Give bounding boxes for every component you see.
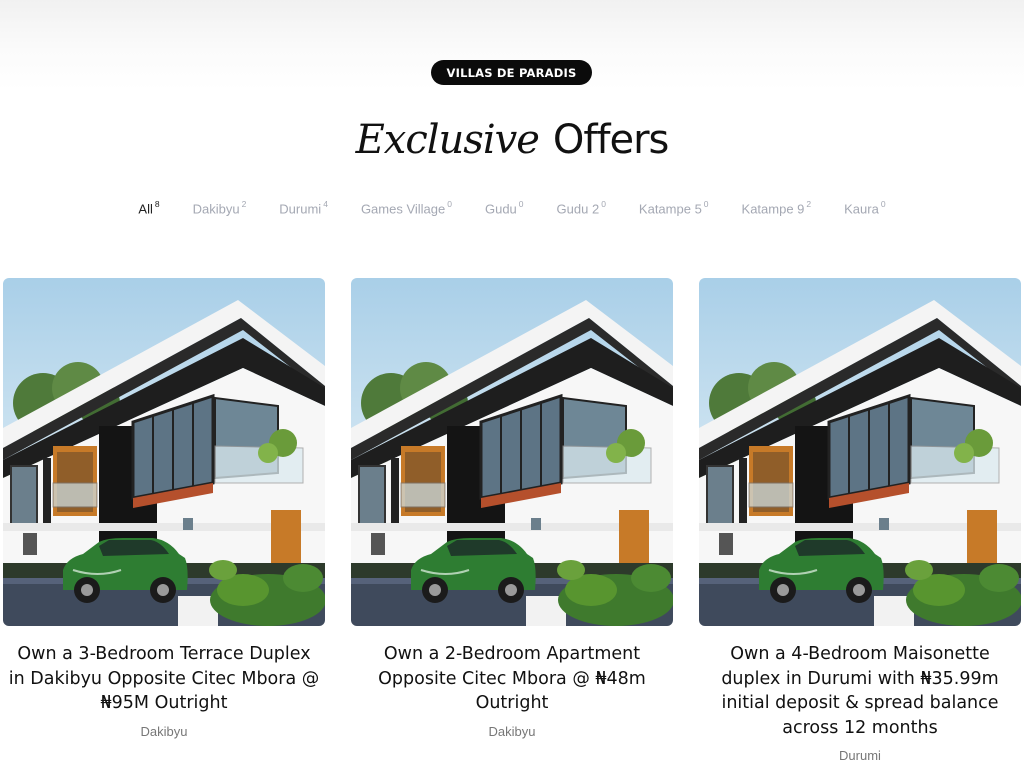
filter-count: 0 xyxy=(703,199,709,209)
filter-tab-gudu[interactable]: Gudu 0 xyxy=(484,199,524,217)
filter-count: 0 xyxy=(447,199,452,209)
title-bold: Offers xyxy=(552,117,670,163)
house-render-image[interactable] xyxy=(351,278,673,626)
filter-label: Katampe 5 xyxy=(638,201,702,217)
filter-label: Katampe 9 xyxy=(741,201,805,217)
offer-title[interactable]: Own a 4-Bedroom Maisonette duplex in Dur… xyxy=(699,642,1021,740)
filter-count: 2 xyxy=(806,199,812,209)
filter-tab-durumi[interactable]: Durumi 4 xyxy=(279,199,328,217)
offer-card[interactable]: Own a 2-Bedroom Apartment Opposite Citec… xyxy=(351,278,673,739)
house-render-image[interactable] xyxy=(699,278,1021,626)
filter-count: 2 xyxy=(241,199,247,209)
offer-location: Durumi xyxy=(839,748,881,763)
filter-label: Durumi xyxy=(279,201,322,217)
filter-label: Kaura xyxy=(844,201,879,217)
filter-count: 0 xyxy=(880,199,886,209)
filter-count: 0 xyxy=(601,199,606,209)
filter-label: Gudu xyxy=(484,201,517,217)
section-badge: VILLAS DE PARADIS xyxy=(431,60,592,85)
offer-title[interactable]: Own a 3-Bedroom Terrace Duplex in Dakiby… xyxy=(3,642,325,716)
filter-label: Dakibyu xyxy=(192,201,240,217)
filter-tab-dakibyu[interactable]: Dakibyu 2 xyxy=(192,199,247,217)
filter-tab-katampe-5[interactable]: Katampe 50 xyxy=(638,199,709,217)
offer-location: Dakibyu xyxy=(488,723,536,739)
page-title: Exclusive Offers xyxy=(0,112,1024,168)
title-italic: Exclusive xyxy=(355,117,540,163)
filter-label: Games Village xyxy=(360,201,446,217)
filter-tab-kaura[interactable]: Kaura 0 xyxy=(844,199,886,217)
filter-count: 8 xyxy=(154,199,160,209)
location-filter-tabs: All 8 Dakibyu 2 Durumi 4 Games Village 0 Gud… xyxy=(0,199,1024,217)
filter-count: 0 xyxy=(518,199,524,209)
filter-label: All xyxy=(138,201,153,217)
filter-tab-katampe-9[interactable]: Katampe 92 xyxy=(741,199,812,217)
offer-card[interactable]: Own a 4-Bedroom Maisonette duplex in Dur… xyxy=(699,278,1021,763)
filter-count: 4 xyxy=(323,199,328,209)
filter-tab-games-village[interactable]: Games Village 0 xyxy=(360,199,452,217)
offer-title[interactable]: Own a 2-Bedroom Apartment Opposite Citec… xyxy=(351,642,673,716)
filter-label: Gudu 2 xyxy=(556,201,600,217)
house-render-image[interactable] xyxy=(3,278,325,626)
offer-card[interactable]: Own a 3-Bedroom Terrace Duplex in Dakiby… xyxy=(3,278,325,739)
filter-tab-all[interactable]: All 8 xyxy=(138,199,160,217)
filter-tab-gudu-2[interactable]: Gudu 20 xyxy=(556,199,606,217)
offer-location: Dakibyu xyxy=(140,723,188,739)
